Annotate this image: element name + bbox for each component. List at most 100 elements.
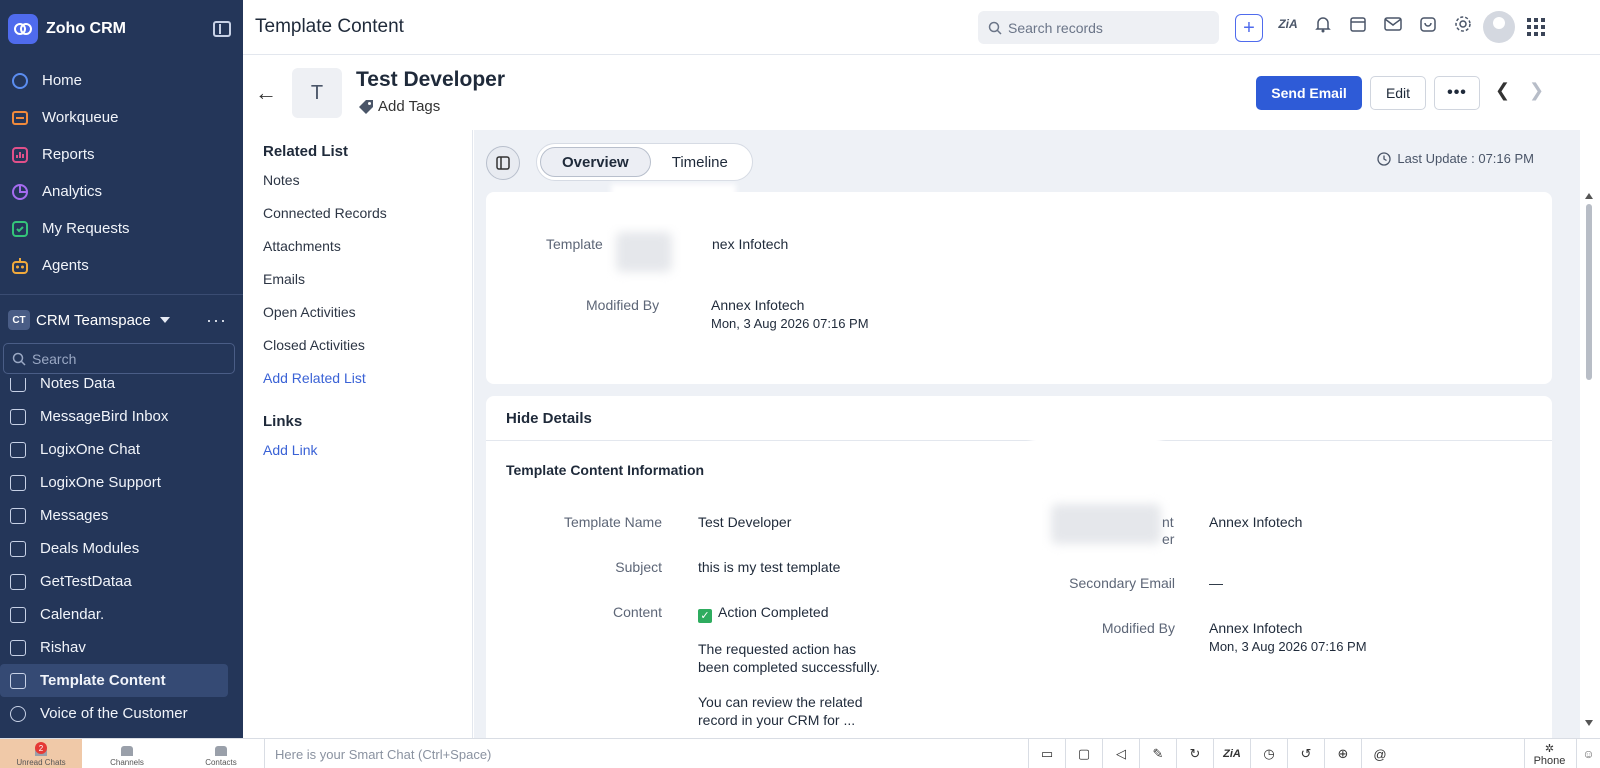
notifications-bell-icon[interactable] <box>1312 13 1334 35</box>
module-icon <box>10 408 26 425</box>
add-tags-link[interactable]: Add Tags <box>358 98 440 115</box>
sidebar-item-deals-modules[interactable]: Deals Modules <box>0 532 243 565</box>
screen-share-icon[interactable]: ▭ <box>1028 739 1065 768</box>
smart-chat-input[interactable]: Here is your Smart Chat (Ctrl+Space) <box>264 739 1024 768</box>
back-arrow-icon[interactable]: ← <box>255 80 277 106</box>
channels-tab[interactable]: Channels <box>98 739 156 768</box>
phone-button[interactable]: ✲ Phone <box>1524 739 1574 768</box>
template-name-label: Template Name <box>563 514 662 530</box>
nav-item-my-requests[interactable]: My Requests <box>0 210 243 247</box>
nav-item-agents[interactable]: Agents <box>0 247 243 284</box>
edit-button[interactable]: Edit <box>1370 76 1426 110</box>
mail-icon[interactable] <box>1382 13 1404 35</box>
zia-icon[interactable]: ZiA <box>1277 13 1299 35</box>
sidebar-item-logixone-support[interactable]: LogixOne Support <box>0 466 243 499</box>
sidebar-item-rishav[interactable]: Rishav <box>0 631 243 664</box>
nav-label: Analytics <box>42 183 103 200</box>
sidebar-search-input[interactable]: Search <box>3 343 235 374</box>
clock-icon <box>1377 151 1392 166</box>
page-title: Template Content <box>255 16 404 37</box>
nav-item-reports[interactable]: Reports <box>0 136 243 173</box>
content-scrollbar[interactable] <box>1582 190 1596 728</box>
toggle-related-panel-icon[interactable] <box>486 146 520 180</box>
alarm-icon[interactable]: ◷ <box>1250 739 1287 768</box>
modified-by-time: Mon, 3 Aug 2026 07:16 PM <box>1209 639 1367 654</box>
apps-grid-icon[interactable] <box>1527 18 1545 36</box>
tab-overview[interactable]: Overview <box>540 147 651 177</box>
sidebar-item-label: Deals Modules <box>40 540 140 557</box>
top-header: Template Content Search records + ZiA <box>243 0 1600 55</box>
nav-label: Home <box>42 72 83 89</box>
module-icon <box>10 441 26 458</box>
nav-item-workqueue[interactable]: Workqueue <box>0 99 243 136</box>
section-title: Template Content Information <box>506 462 705 478</box>
hide-details-toggle[interactable]: Hide Details <box>506 410 592 427</box>
sidebar: Zoho CRM Home Workqueue Reports Analytic… <box>0 0 243 738</box>
sync-icon[interactable]: ↻ <box>1176 739 1213 768</box>
announcement-icon[interactable]: ◁ <box>1102 739 1139 768</box>
search-records-input[interactable]: Search records <box>978 11 1219 44</box>
links-heading: Links <box>263 413 303 430</box>
related-list-heading: Related List <box>263 143 349 160</box>
related-item-attachments[interactable]: Attachments <box>263 238 472 271</box>
related-item-closed-activities[interactable]: Closed Activities <box>263 337 472 370</box>
phone-label: Phone <box>1533 754 1566 767</box>
previous-record-icon[interactable]: ❮ <box>1495 80 1510 101</box>
accessibility-icon[interactable]: ⊕ <box>1324 739 1361 768</box>
scroll-down-icon[interactable] <box>1585 720 1593 726</box>
user-avatar[interactable] <box>1483 11 1515 43</box>
sidebar-item-calendar[interactable]: Calendar. <box>0 598 243 631</box>
sidebar-item-template-content[interactable]: Template Content <box>0 664 228 697</box>
sidebar-item-logixone-chat[interactable]: LogixOne Chat <box>0 433 243 466</box>
zoho-crm-logo-icon <box>8 14 38 44</box>
tab-timeline[interactable]: Timeline <box>651 147 749 177</box>
checkmark-icon: ✓ <box>698 609 712 623</box>
next-record-icon[interactable]: ❯ <box>1529 80 1544 101</box>
contacts-label: Contacts <box>205 758 237 767</box>
related-item-open-activities[interactable]: Open Activities <box>263 304 472 337</box>
sidebar-item-notes-data[interactable]: Notes Data <box>0 378 243 400</box>
create-new-button[interactable]: + <box>1235 14 1263 42</box>
sidebar-item-messagebird-inbox[interactable]: MessageBird Inbox <box>0 400 243 433</box>
zia-icon[interactable]: ZiA <box>1213 739 1250 768</box>
sidebar-item-voice-of-the-customer[interactable]: Voice of the Customer <box>0 697 243 730</box>
nav-item-analytics[interactable]: Analytics <box>0 173 243 210</box>
more-actions-button[interactable]: ••• <box>1434 76 1480 110</box>
teamspace-name: CRM Teamspace <box>36 311 151 329</box>
record-content: Overview Timeline Last Update : 07:16 PM… <box>474 130 1580 738</box>
marketplace-icon[interactable] <box>1417 13 1439 35</box>
feedback-icon[interactable]: ☺ <box>1576 739 1600 768</box>
module-icon <box>10 573 26 590</box>
last-update-text: Last Update : 07:16 PM <box>1397 151 1534 166</box>
search-placeholder: Search records <box>1008 19 1103 36</box>
calendar-icon[interactable] <box>1347 13 1369 35</box>
module-icon <box>10 606 26 623</box>
scrollbar-thumb[interactable] <box>1586 204 1592 380</box>
edit-note-icon[interactable]: ✎ <box>1139 739 1176 768</box>
sidebar-item-label: LogixOne Chat <box>40 441 141 458</box>
add-link-link[interactable]: Add Link <box>263 442 472 475</box>
mention-icon[interactable]: @ <box>1361 739 1398 768</box>
more-options-icon[interactable]: ··· <box>206 310 227 331</box>
related-item-connected-records[interactable]: Connected Records <box>263 205 472 238</box>
send-email-button[interactable]: Send Email <box>1256 76 1362 110</box>
add-related-list-link[interactable]: Add Related List <box>263 370 472 403</box>
related-item-emails[interactable]: Emails <box>263 271 472 304</box>
scroll-up-icon[interactable] <box>1585 193 1593 199</box>
bottom-bar: Unread Chats 2 Channels Contacts Here is… <box>0 738 1600 768</box>
record-icon[interactable]: ▢ <box>1065 739 1102 768</box>
settings-gear-icon[interactable] <box>1452 13 1474 35</box>
modified-by-label: Modified By <box>1101 620 1175 636</box>
nav-item-home[interactable]: Home <box>0 62 243 99</box>
header-icons: ZiA <box>1277 13 1474 35</box>
sidebar-item-messages[interactable]: Messages <box>0 499 243 532</box>
content-label: Content <box>612 604 662 620</box>
teamspace-switcher[interactable]: CT CRM Teamspace ··· <box>0 301 243 339</box>
history-icon[interactable]: ↺ <box>1287 739 1324 768</box>
sidebar-item-gettestdataa[interactable]: GetTestDataa <box>0 565 243 598</box>
sidebar-collapse-icon[interactable] <box>213 21 231 37</box>
unread-chats-tab[interactable]: Unread Chats 2 <box>0 739 82 768</box>
owner-label-tail: nt <box>1162 514 1174 530</box>
contacts-tab[interactable]: Contacts <box>192 739 250 768</box>
related-item-notes[interactable]: Notes <box>263 172 472 205</box>
